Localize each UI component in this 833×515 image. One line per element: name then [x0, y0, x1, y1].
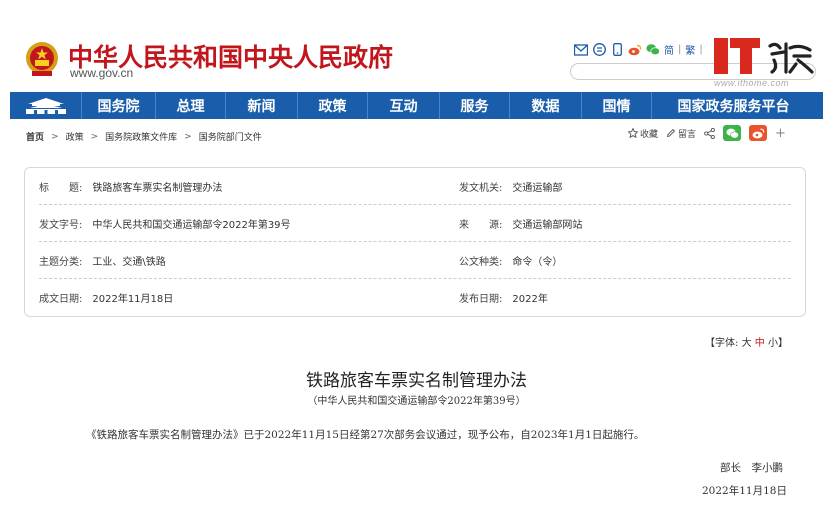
- tool-separator: |: [678, 44, 682, 55]
- weibo-icon[interactable]: [628, 43, 642, 57]
- wechat-icon: [726, 128, 739, 139]
- meta-docno-label: 发文字号:: [39, 219, 83, 231]
- comment-label: 留言: [678, 129, 697, 140]
- font-size-large-button[interactable]: 大: [742, 338, 752, 349]
- meta-title-value: 铁路旅客车票实名制管理办法: [92, 182, 223, 194]
- article-subtitle: （中华人民共和国交通运输部令2022年第39号）: [307, 396, 526, 407]
- nav-item-service[interactable]: 服务: [440, 92, 510, 119]
- watermark-url: www.ithome.com: [714, 78, 790, 88]
- main-nav: 国务院 总理 新闻 政策 互动 服务 数据 国情 国家政务服务平台: [10, 92, 823, 119]
- meta-row-title: 标 题: 铁路旅客车票实名制管理办法 发文机关: 交通运输部: [39, 168, 791, 205]
- meta-source-value: 交通运输部网站: [512, 219, 583, 231]
- simplified-chinese-link[interactable]: 简: [664, 42, 674, 57]
- national-emblem-icon: [26, 42, 58, 76]
- meta-source-label: 来 源:: [459, 219, 503, 231]
- tiananmen-icon: [25, 97, 66, 114]
- meta-row-docno: 发文字号: 中华人民共和国交通运输部令2022年第39号 来 源: 交通运输部网…: [39, 205, 791, 242]
- meta-topic-value: 工业、交通\铁路: [92, 256, 166, 268]
- nav-item-premier[interactable]: 总理: [156, 92, 226, 119]
- meta-genre-value: 命令（令）: [512, 256, 563, 268]
- rss-icon[interactable]: [592, 43, 606, 57]
- share-button[interactable]: [704, 127, 715, 139]
- star-icon: [628, 128, 638, 138]
- share-weibo-button[interactable]: [749, 125, 768, 141]
- traditional-chinese-link[interactable]: 繁: [685, 42, 695, 57]
- top-tools: 简 | 繁 |: [574, 42, 703, 57]
- breadcrumb-policy[interactable]: 政策: [66, 130, 84, 143]
- share-toolbar: 收藏 留言 +: [628, 125, 786, 141]
- wechat-icon[interactable]: [646, 43, 660, 57]
- meta-row-dates: 成文日期: 2022年11月18日 发布日期: 2022年: [39, 279, 791, 316]
- meta-created-value: 2022年11月18日: [92, 294, 174, 305]
- font-size-prefix: 【字体:: [705, 338, 739, 349]
- meta-published-value: 2022年: [512, 294, 548, 305]
- article-signer: 部长 李小鹏: [720, 462, 783, 474]
- mobile-icon[interactable]: [610, 43, 624, 57]
- breadcrumb-separator: >: [90, 131, 99, 142]
- share-icon: [704, 127, 715, 139]
- document-meta-box: 标 题: 铁路旅客车票实名制管理办法 发文机关: 交通运输部 发文字号: 中华人…: [24, 167, 806, 317]
- font-size-medium-button[interactable]: 中: [755, 338, 765, 349]
- tool-separator: |: [699, 44, 703, 55]
- meta-published-label: 发布日期:: [459, 294, 503, 305]
- breadcrumb: 首页 > 政策 > 国务院政策文件库 > 国务院部门文件: [26, 130, 262, 144]
- weibo-icon: [752, 128, 764, 138]
- article-date: 2022年11月18日: [702, 485, 787, 497]
- meta-issuer-label: 发文机关:: [459, 182, 503, 194]
- breadcrumb-home[interactable]: 首页: [26, 130, 44, 143]
- font-size-suffix: 】: [777, 338, 788, 349]
- share-wechat-button[interactable]: [723, 125, 742, 141]
- meta-docno-value: 中华人民共和国交通运输部令2022年第39号: [92, 219, 291, 231]
- nav-item-state-council[interactable]: 国务院: [82, 92, 156, 119]
- site-url[interactable]: www.gov.cn: [70, 66, 133, 80]
- favorite-label: 收藏: [640, 129, 659, 140]
- nav-item-service-platform[interactable]: 国家政务服务平台: [652, 92, 815, 119]
- nav-item-data[interactable]: 数据: [510, 92, 582, 119]
- ithome-watermark-logo: [714, 38, 814, 74]
- article-title: 铁路旅客车票实名制管理办法: [306, 371, 527, 391]
- breadcrumb-separator: >: [51, 131, 59, 142]
- favorite-button[interactable]: 收藏: [628, 127, 658, 140]
- breadcrumb-separator: >: [184, 131, 192, 142]
- comment-button[interactable]: 留言: [666, 127, 696, 140]
- more-share-button[interactable]: +: [775, 126, 786, 141]
- nav-item-news[interactable]: 新闻: [226, 92, 298, 119]
- site-header: 中华人民共和国中央人民政府 www.gov.cn 简 | 繁 | www.ith…: [0, 0, 833, 90]
- nav-item-policy[interactable]: 政策: [298, 92, 368, 119]
- nav-item-interaction[interactable]: 互动: [368, 92, 440, 119]
- breadcrumb-department-docs[interactable]: 国务院部门文件: [199, 130, 262, 143]
- meta-row-topic: 主题分类: 工业、交通\铁路 公文种类: 命令（令）: [39, 242, 791, 279]
- nav-item-national-info[interactable]: 国情: [582, 92, 652, 119]
- meta-title-label: 标 题:: [39, 182, 83, 194]
- mail-icon[interactable]: [574, 43, 588, 57]
- breadcrumb-policy-library[interactable]: 国务院政策文件库: [105, 130, 177, 143]
- font-size-control: 【字体: 大 中 小】: [705, 334, 788, 349]
- article-paragraph: 《铁路旅客车票实名制管理办法》已于2022年11月15日经第27次部务会议通过，…: [86, 429, 645, 441]
- meta-topic-label: 主题分类:: [39, 256, 83, 268]
- nav-home-logo[interactable]: [10, 92, 82, 119]
- pencil-icon: [666, 128, 676, 138]
- font-size-small-button[interactable]: 小: [768, 338, 778, 349]
- meta-genre-label: 公文种类:: [459, 256, 503, 268]
- meta-created-label: 成文日期:: [39, 294, 83, 305]
- meta-issuer-value: 交通运输部: [512, 182, 563, 194]
